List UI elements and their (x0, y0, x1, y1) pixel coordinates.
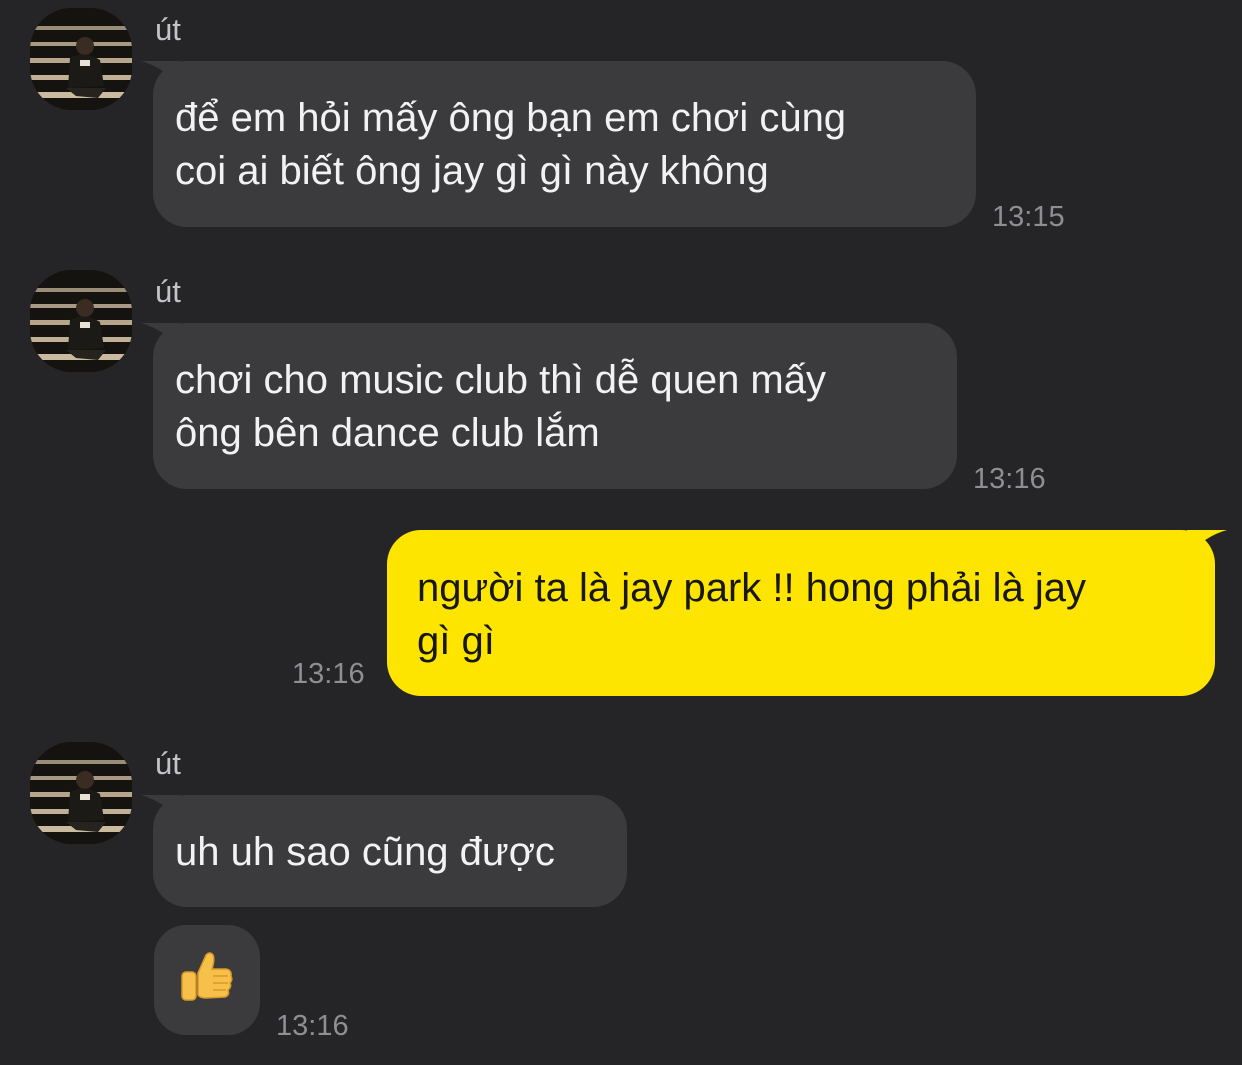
timestamp: 13:16 (973, 463, 1046, 495)
thumbs-up-icon (181, 952, 233, 1001)
message-bubble[interactable]: chơi cho music club thì dễ quen mấy ông … (141, 323, 957, 489)
sender-name: út (155, 746, 181, 781)
timestamp: 13:16 (292, 658, 365, 690)
bubble-tail (141, 61, 181, 87)
sender-name: út (155, 274, 181, 309)
avatar-photo (30, 742, 132, 844)
message-text: người ta là jay park !! hong phải là jay… (417, 566, 1086, 663)
message-text: uh uh sao cũng được (175, 830, 555, 874)
avatar[interactable] (30, 8, 132, 110)
message-bubble[interactable]: để em hỏi mấy ông bạn em chơi cùng coi a… (141, 61, 976, 227)
timestamp: 13:15 (992, 201, 1065, 233)
avatar-photo (30, 8, 132, 110)
message-text: để em hỏi mấy ông bạn em chơi cùng coi a… (175, 96, 847, 193)
sender-name: út (155, 12, 181, 47)
bubble-tail (1187, 530, 1227, 556)
bubble-tail (141, 795, 181, 821)
bubble-tail (141, 323, 181, 349)
message-text: chơi cho music club thì dễ quen mấy ông … (175, 358, 826, 455)
avatar[interactable] (30, 742, 132, 844)
avatar-photo (30, 270, 132, 372)
avatar[interactable] (30, 270, 132, 372)
message-bubble-outgoing[interactable]: người ta là jay park !! hong phải là jay… (387, 530, 1227, 696)
emoji-message-bubble[interactable] (154, 925, 260, 1035)
timestamp: 13:16 (276, 1010, 349, 1042)
message-bubble[interactable]: uh uh sao cũng được (141, 795, 627, 907)
